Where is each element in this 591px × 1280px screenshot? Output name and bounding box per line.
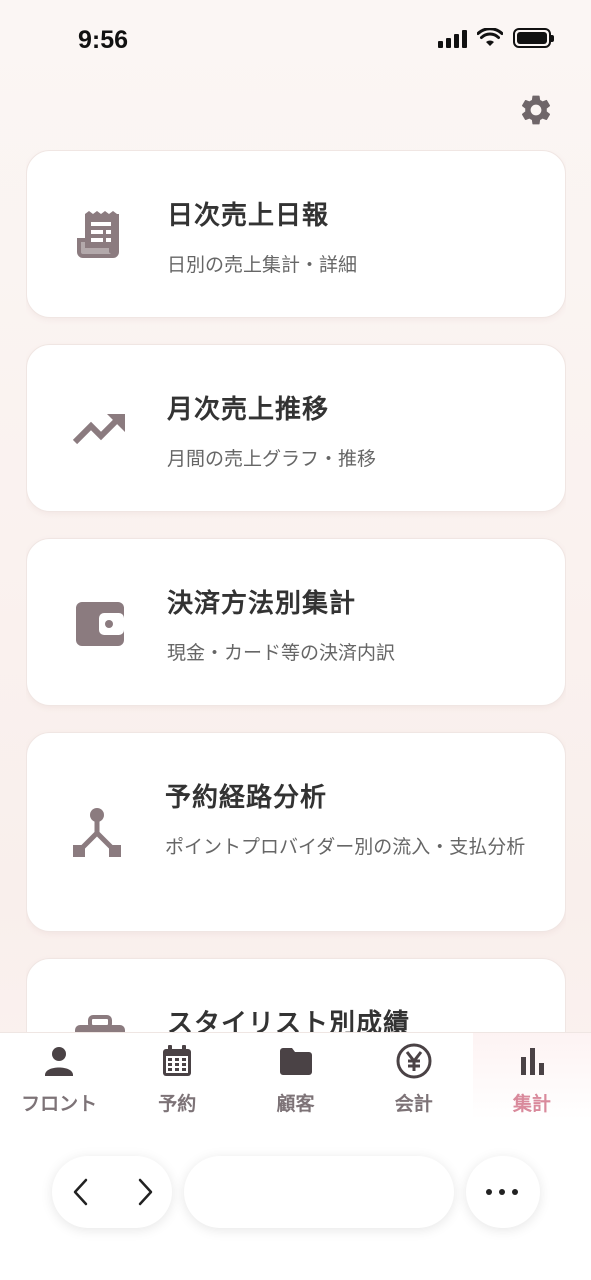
status-icons bbox=[438, 28, 554, 48]
chevron-right-icon bbox=[138, 1178, 153, 1206]
card-stylist-performance[interactable]: スタイリスト別成績 bbox=[26, 958, 566, 1032]
bottom-nav: フロント 予約 顧客 会計 集計 bbox=[0, 1032, 591, 1120]
card-title: 予約経路分析 bbox=[165, 783, 328, 813]
wallet-icon bbox=[76, 602, 124, 646]
status-bar: 9:56 bbox=[0, 0, 591, 80]
calendar-icon bbox=[163, 1045, 192, 1076]
address-bar[interactable] bbox=[184, 1156, 454, 1228]
chevron-left-icon bbox=[73, 1178, 88, 1206]
nav-accounting[interactable]: 会計 bbox=[355, 1033, 473, 1120]
card-payment-method[interactable]: 決済方法別集計 現金・カード等の決済内訳 bbox=[26, 538, 566, 706]
battery-icon bbox=[513, 28, 554, 48]
nav-label: 顧客 bbox=[276, 1093, 315, 1115]
back-button[interactable] bbox=[66, 1176, 98, 1208]
card-description: 日別の売上集計・詳細 bbox=[167, 254, 358, 276]
nav-label: 集計 bbox=[512, 1093, 551, 1115]
more-dots-icon bbox=[486, 1189, 518, 1195]
nav-label: フロント bbox=[21, 1093, 98, 1115]
route-split-icon bbox=[73, 808, 121, 857]
nav-label: 会計 bbox=[394, 1093, 433, 1115]
card-title: 決済方法別集計 bbox=[167, 589, 357, 619]
settings-button[interactable] bbox=[518, 92, 554, 128]
forward-button[interactable] bbox=[128, 1176, 160, 1208]
card-daily-sales[interactable]: 日次売上日報 日別の売上集計・詳細 bbox=[26, 150, 566, 318]
gear-icon bbox=[521, 95, 551, 125]
card-title: スタイリスト別成績 bbox=[167, 1009, 411, 1032]
history-nav-pill bbox=[52, 1156, 172, 1228]
nav-label: 予約 bbox=[158, 1093, 197, 1115]
folder-icon bbox=[279, 1048, 312, 1075]
trending-up-icon bbox=[73, 414, 125, 445]
status-time: 9:56 bbox=[78, 26, 129, 54]
nav-front[interactable]: フロント bbox=[0, 1033, 118, 1120]
more-button[interactable] bbox=[466, 1156, 540, 1228]
report-card-list: 日次売上日報 日別の売上集計・詳細 月次売上推移 月間の売上グラフ・推移 決済方… bbox=[26, 150, 566, 1032]
card-title: 日次売上日報 bbox=[167, 201, 330, 231]
cellular-signal-icon bbox=[438, 28, 467, 48]
card-description: 現金・カード等の決済内訳 bbox=[167, 642, 396, 664]
nav-booking[interactable]: 予約 bbox=[118, 1033, 236, 1120]
card-monthly-sales[interactable]: 月次売上推移 月間の売上グラフ・推移 bbox=[26, 344, 566, 512]
card-booking-route[interactable]: 予約経路分析 ポイントプロバイダー別の流入・支払分析 bbox=[26, 732, 566, 932]
card-title: 月次売上推移 bbox=[167, 395, 330, 425]
wifi-icon bbox=[477, 28, 503, 46]
briefcase-icon bbox=[75, 1015, 125, 1032]
person-icon bbox=[45, 1047, 74, 1076]
bar-chart-icon bbox=[520, 1048, 544, 1075]
receipt-icon bbox=[77, 211, 119, 258]
yen-icon bbox=[396, 1043, 432, 1079]
nav-summary[interactable]: 集計 bbox=[472, 1033, 591, 1120]
card-description: ポイントプロバイダー別の流入・支払分析 bbox=[165, 836, 526, 858]
card-description: 月間の売上グラフ・推移 bbox=[167, 448, 377, 470]
browser-toolbar bbox=[0, 1120, 591, 1280]
nav-customer[interactable]: 顧客 bbox=[236, 1033, 354, 1120]
